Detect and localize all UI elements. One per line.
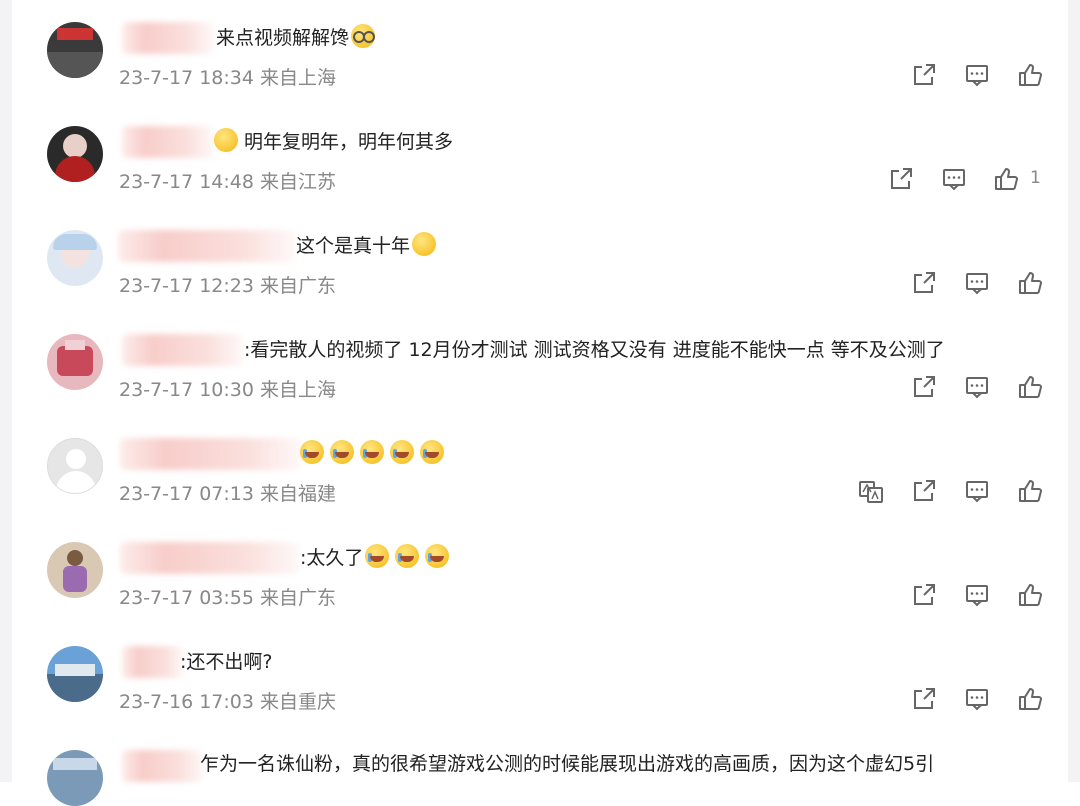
thumbs-up-icon[interactable] [1017,686,1045,714]
username-blurred[interactable] [120,438,302,470]
share-icon[interactable] [911,686,939,714]
username-blurred[interactable] [118,230,296,262]
comment-icon[interactable] [964,582,992,610]
thumbs-up-icon[interactable] [1017,374,1045,402]
comment-text: 这个是真十年 [296,232,442,260]
username-blurred[interactable] [122,750,204,782]
cat-emoji-icon [214,128,238,152]
like-count: 1 [1030,168,1041,188]
username-blurred[interactable] [122,334,244,366]
comment-icon[interactable] [964,478,992,506]
comment-text [300,440,450,468]
username-blurred[interactable] [120,542,300,574]
comment-icon[interactable] [964,62,992,90]
cat-emoji-icon [412,232,437,256]
comment-text: 来点视频解解馋 [216,24,381,52]
thumbs-up-icon[interactable] [1017,270,1045,298]
crying-emoji-icon [300,440,324,464]
comment-text: 明年复明年，明年何其多 [214,128,453,156]
crying-emoji-icon [360,440,384,464]
share-icon[interactable] [911,62,939,90]
comment-icon[interactable] [964,686,992,714]
thumbs-up-icon[interactable] [1017,62,1045,90]
username-blurred[interactable] [122,22,214,54]
crying-emoji-icon [330,440,354,464]
crying-emoji-icon [420,440,444,464]
comment-text: :看完散人的视频了 12月份才测试 测试资格又没有 进度能不能快一点 等不及公测… [244,339,945,361]
comment-text: :还不出啊? [180,651,273,673]
thumbs-up-icon[interactable] [1017,582,1045,610]
username-blurred[interactable] [122,646,184,678]
share-icon[interactable] [911,374,939,402]
share-icon[interactable] [911,582,939,610]
thumbs-up-icon[interactable] [1017,478,1045,506]
glasses-emoji-icon [351,24,376,48]
username-blurred[interactable] [122,126,214,158]
comment-icon[interactable] [941,166,969,194]
crying-emoji-icon [425,544,450,568]
thumbs-up-icon[interactable] [993,166,1021,194]
share-icon[interactable] [911,478,939,506]
share-icon[interactable] [888,166,916,194]
comment-text: :太久了 [300,544,455,572]
crying-emoji-icon [390,440,414,464]
user-avatar[interactable] [47,750,103,806]
comment-icon[interactable] [964,270,992,298]
crying-emoji-icon [395,544,420,568]
share-icon[interactable] [911,270,939,298]
comment-text: 乍为一名诛仙粉，真的很希望游戏公测的时候能展现出游戏的高画质，因为这个虚幻5引 [200,753,935,775]
translate-icon[interactable] [858,478,886,506]
crying-emoji-icon [365,544,390,568]
comment-icon[interactable] [964,374,992,402]
